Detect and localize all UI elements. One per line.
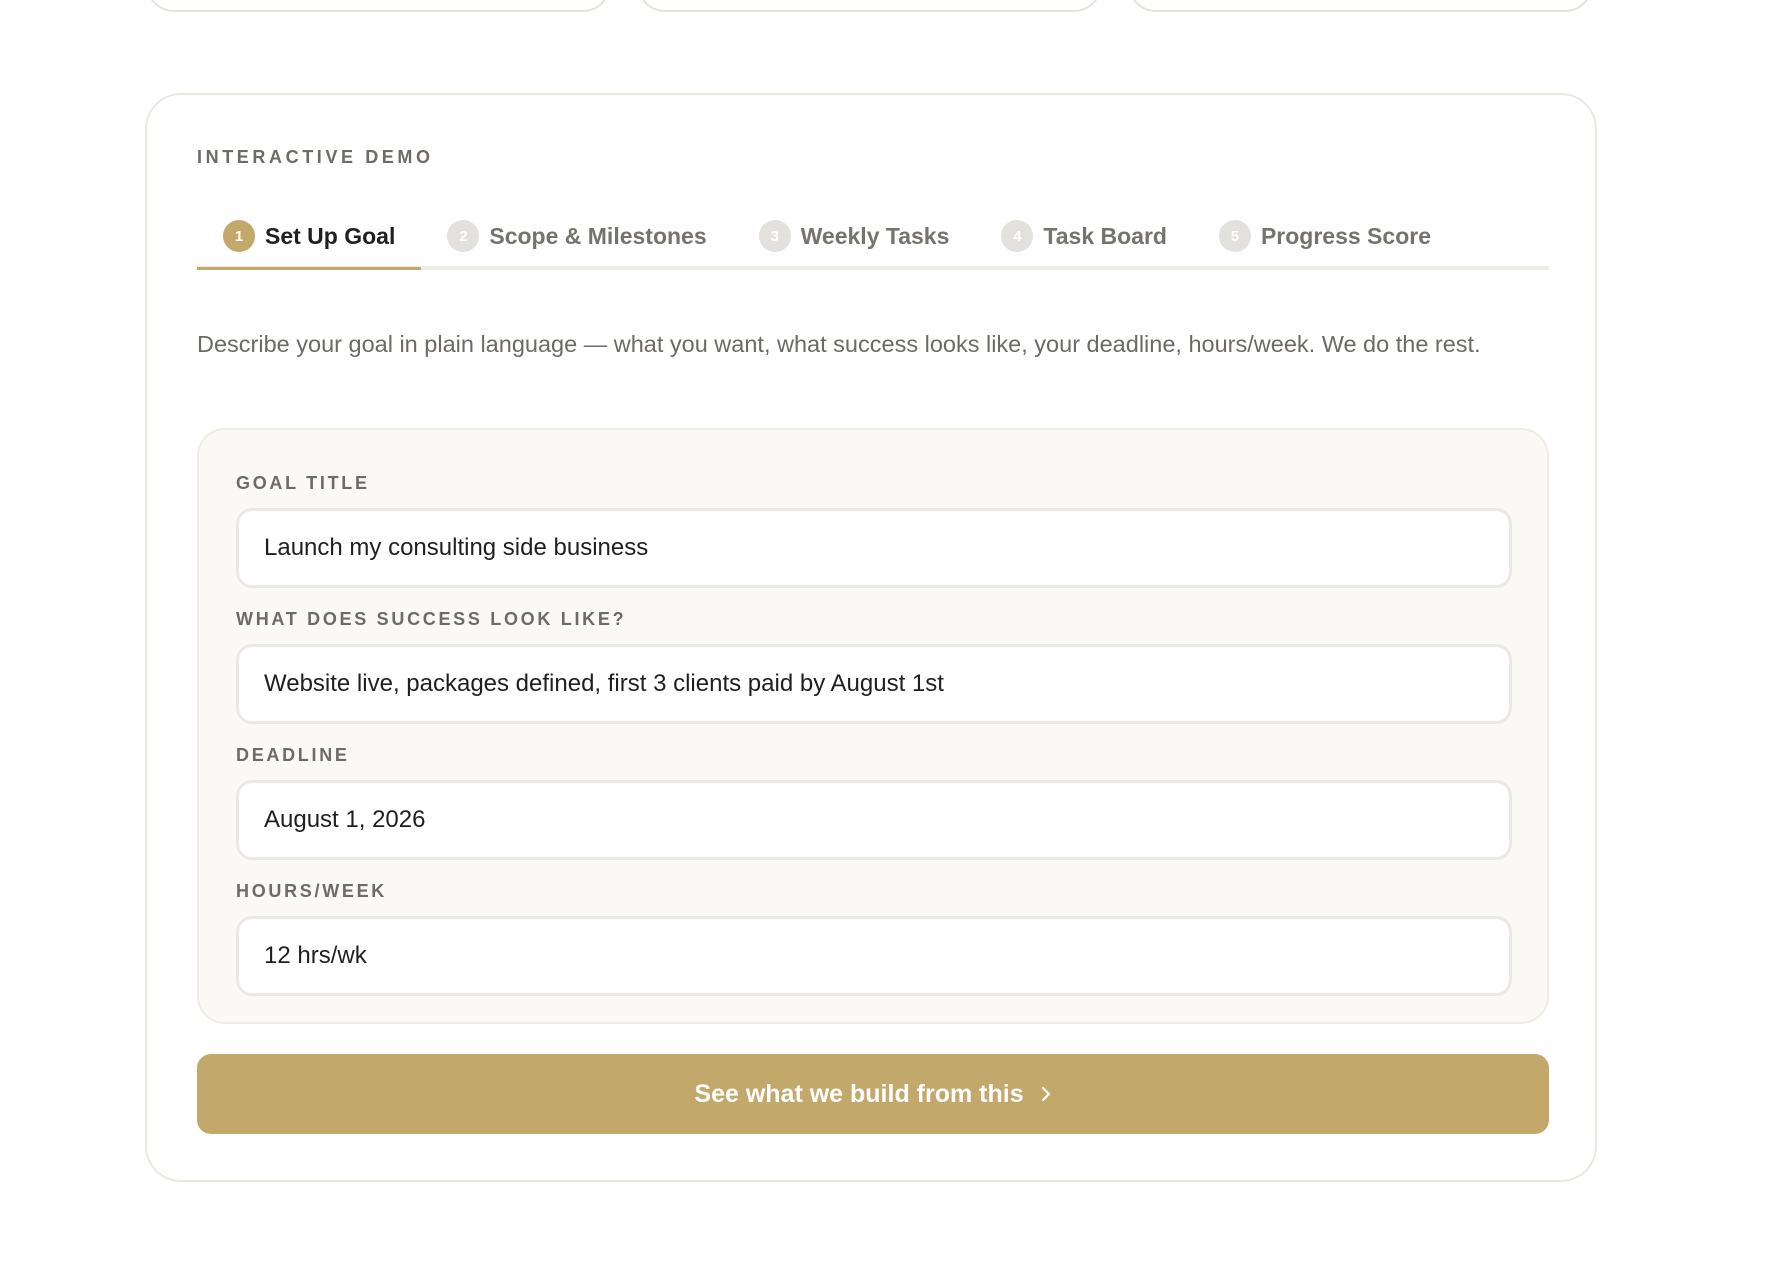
cta-label: See what we build from this bbox=[694, 1079, 1024, 1108]
step-number-badge: 3 bbox=[758, 220, 791, 252]
field-label: HOURS/WEEK bbox=[236, 881, 388, 901]
deadline-input[interactable] bbox=[236, 780, 1512, 860]
tab-label: Scope & Milestones bbox=[489, 222, 707, 249]
feature-card bbox=[146, 0, 611, 12]
step-number-badge: 4 bbox=[1001, 220, 1034, 252]
tab-label: Progress Score bbox=[1260, 222, 1431, 249]
step-number-badge: 1 bbox=[223, 220, 255, 252]
hours-per-week-input[interactable] bbox=[236, 916, 1512, 996]
step-number-badge: 5 bbox=[1218, 220, 1251, 252]
field-label: GOAL TITLE bbox=[236, 473, 370, 493]
tab-progress-score[interactable]: 5 Progress Score bbox=[1193, 205, 1457, 270]
success-input[interactable] bbox=[236, 644, 1512, 724]
chevron-right-icon bbox=[1040, 1085, 1052, 1103]
tab-scope-milestones[interactable]: 2 Scope & Milestones bbox=[421, 205, 732, 270]
deadline-field: DEADLINE bbox=[236, 742, 1512, 860]
success-field: WHAT DOES SUCCESS LOOK LIKE? bbox=[236, 606, 1512, 724]
field-label: WHAT DOES SUCCESS LOOK LIKE? bbox=[236, 609, 627, 629]
goal-form: GOAL TITLE WHAT DOES SUCCESS LOOK LIKE? … bbox=[197, 428, 1549, 1024]
goal-title-field: GOAL TITLE bbox=[236, 470, 1512, 588]
interactive-demo-card: INTERACTIVE DEMO 1 Set Up Goal 2 Scope &… bbox=[145, 93, 1597, 1182]
section-eyebrow: INTERACTIVE DEMO bbox=[197, 147, 434, 167]
demo-step-tabs: 1 Set Up Goal 2 Scope & Milestones 3 Wee… bbox=[197, 205, 1549, 270]
tab-label: Task Board bbox=[1043, 222, 1167, 249]
see-what-we-build-button[interactable]: See what we build from this bbox=[197, 1054, 1549, 1134]
page: INTERACTIVE DEMO 1 Set Up Goal 2 Scope &… bbox=[0, 0, 1768, 1268]
feature-card bbox=[1128, 0, 1593, 12]
tab-task-board[interactable]: 4 Task Board bbox=[975, 205, 1193, 270]
field-label: DEADLINE bbox=[236, 745, 350, 765]
goal-title-input[interactable] bbox=[236, 508, 1512, 588]
feature-card bbox=[637, 0, 1102, 12]
hours-per-week-field: HOURS/WEEK bbox=[236, 878, 1512, 996]
tab-label: Set Up Goal bbox=[265, 222, 396, 249]
tab-set-up-goal[interactable]: 1 Set Up Goal bbox=[197, 205, 422, 270]
tab-weekly-tasks[interactable]: 3 Weekly Tasks bbox=[733, 205, 976, 270]
tab-label: Weekly Tasks bbox=[800, 222, 950, 249]
step-number-badge: 2 bbox=[447, 220, 480, 252]
step-description: Describe your goal in plain language — w… bbox=[197, 331, 1481, 357]
